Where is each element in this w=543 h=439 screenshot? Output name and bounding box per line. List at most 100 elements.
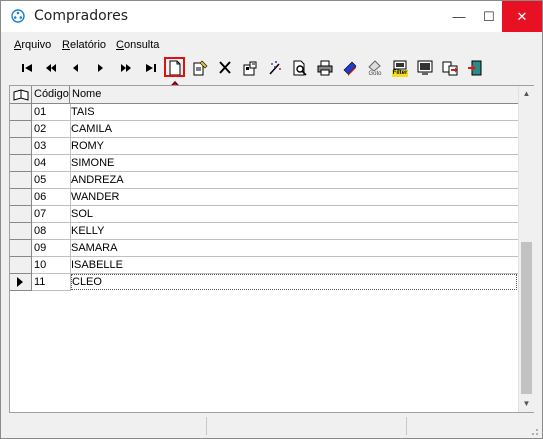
column-header-nome[interactable]: Nome (70, 86, 518, 103)
cell-nome[interactable]: CLEO (71, 274, 517, 290)
table-row[interactable]: 08 KELLY (10, 223, 518, 240)
goto-label: Goto (368, 71, 382, 77)
scroll-up-button[interactable]: ▲ (519, 86, 534, 101)
cell-nome[interactable]: SOL (71, 206, 518, 223)
table-row[interactable]: 01 TAIS (10, 104, 518, 121)
filter-icon (393, 60, 407, 69)
last-record-button[interactable] (141, 58, 161, 78)
cell-codigo[interactable]: 05 (32, 172, 71, 189)
export-button[interactable] (440, 58, 460, 78)
filter-button[interactable]: Filter (390, 58, 410, 78)
scroll-down-button[interactable]: ▼ (519, 396, 534, 411)
table-row[interactable]: 05 ANDREZA (10, 172, 518, 189)
toolbar: Goto Filter (1, 55, 542, 81)
properties-button[interactable] (240, 58, 260, 78)
cell-codigo[interactable]: 11 (32, 274, 71, 291)
monitor-icon (417, 60, 433, 75)
menu-consulta[interactable]: Consulta (116, 39, 159, 51)
row-indicator[interactable] (10, 189, 32, 206)
minimize-icon: — (452, 9, 466, 24)
row-indicator[interactable] (10, 155, 32, 172)
table-row[interactable]: 07 SOL (10, 206, 518, 223)
edit-record-button[interactable] (190, 58, 210, 78)
magic-wand-icon (269, 61, 281, 75)
table-row[interactable]: 09 SAMARA (10, 240, 518, 257)
menu-relatorio[interactable]: Relatório (62, 39, 106, 51)
close-button[interactable]: ✕ (502, 1, 542, 32)
resize-grip-icon[interactable] (529, 426, 539, 436)
table-row[interactable]: 03 ROMY (10, 138, 518, 155)
next-page-button[interactable] (116, 58, 136, 78)
cell-nome[interactable]: TAIS (71, 104, 518, 121)
close-icon: ✕ (516, 8, 528, 24)
status-bar (1, 414, 542, 438)
row-indicator[interactable] (10, 257, 32, 274)
row-indicator[interactable] (10, 274, 32, 291)
vertical-scrollbar[interactable]: ▲ ▼ (518, 86, 534, 412)
delete-record-button[interactable] (215, 58, 235, 78)
cell-nome[interactable]: SIMONE (71, 155, 518, 172)
cell-nome[interactable]: KELLY (71, 223, 518, 240)
row-indicator[interactable] (10, 104, 32, 121)
new-button-highlight (164, 57, 185, 77)
cell-nome[interactable]: ANDREZA (71, 172, 518, 189)
cell-nome[interactable]: WANDER (71, 189, 518, 206)
next-icon (98, 64, 103, 72)
title-bar[interactable]: Compradores — ☐ ✕ (1, 1, 542, 32)
prev-page-button[interactable] (41, 58, 61, 78)
row-indicator[interactable] (10, 206, 32, 223)
preview-button[interactable] (290, 58, 310, 78)
records-grid[interactable]: Código Nome 01 TAIS 02 CAMILA 03 ROMY 04 SIMONE… (9, 85, 534, 413)
minimize-button[interactable]: — (444, 1, 474, 32)
row-indicator[interactable] (10, 121, 32, 138)
first-record-button[interactable] (17, 58, 37, 78)
book-button[interactable] (340, 58, 360, 78)
rewind-icon (46, 64, 56, 72)
filter-label: Filter (391, 69, 409, 77)
cell-codigo[interactable]: 07 (32, 206, 71, 223)
row-indicator[interactable] (10, 240, 32, 257)
export-icon (442, 61, 458, 76)
cell-nome[interactable]: ROMY (71, 138, 518, 155)
menu-arquivo-label: Arquivo (14, 39, 52, 51)
cell-codigo[interactable]: 03 (32, 138, 71, 155)
status-divider (406, 417, 407, 435)
window: Compradores — ☐ ✕ Arquivo Relatório Cons… (0, 0, 543, 439)
header-book-cell (10, 86, 32, 103)
table-row[interactable]: 02 CAMILA (10, 121, 518, 138)
prev-record-button[interactable] (65, 58, 85, 78)
wand-button[interactable] (265, 58, 285, 78)
next-record-button[interactable] (91, 58, 111, 78)
cell-codigo[interactable]: 08 (32, 223, 71, 240)
properties-icon (243, 61, 257, 76)
table-row[interactable]: 06 WANDER (10, 189, 518, 206)
goto-button[interactable]: Goto (365, 58, 385, 78)
cell-codigo[interactable]: 10 (32, 257, 71, 274)
maximize-button[interactable]: ☐ (474, 1, 504, 32)
exit-button[interactable] (465, 58, 485, 78)
cell-codigo[interactable]: 04 (32, 155, 71, 172)
scrollbar-thumb[interactable] (521, 242, 532, 394)
cell-codigo[interactable]: 01 (32, 104, 71, 121)
cell-nome[interactable]: CAMILA (71, 121, 518, 138)
cell-codigo[interactable]: 02 (32, 121, 71, 138)
row-indicator[interactable] (10, 223, 32, 240)
table-row[interactable]: 11 CLEO (10, 274, 518, 291)
row-indicator[interactable] (10, 138, 32, 155)
menu-accelerator: R (62, 39, 70, 51)
cell-codigo[interactable]: 06 (32, 189, 71, 206)
menu-arquivo[interactable]: Arquivo (14, 39, 51, 51)
table-row[interactable]: 10 ISABELLE (10, 257, 518, 274)
cell-nome[interactable]: ISABELLE (71, 257, 518, 274)
status-divider (206, 417, 207, 435)
fast-forward-icon (121, 64, 131, 72)
printer-icon (317, 60, 333, 76)
cell-codigo[interactable]: 09 (32, 240, 71, 257)
menu-accelerator: C (116, 39, 124, 51)
table-row[interactable]: 04 SIMONE (10, 155, 518, 172)
cell-nome[interactable]: SAMARA (71, 240, 518, 257)
monitor-button[interactable] (415, 58, 435, 78)
row-indicator[interactable] (10, 172, 32, 189)
print-button[interactable] (315, 58, 335, 78)
column-header-codigo[interactable]: Código (32, 86, 70, 103)
